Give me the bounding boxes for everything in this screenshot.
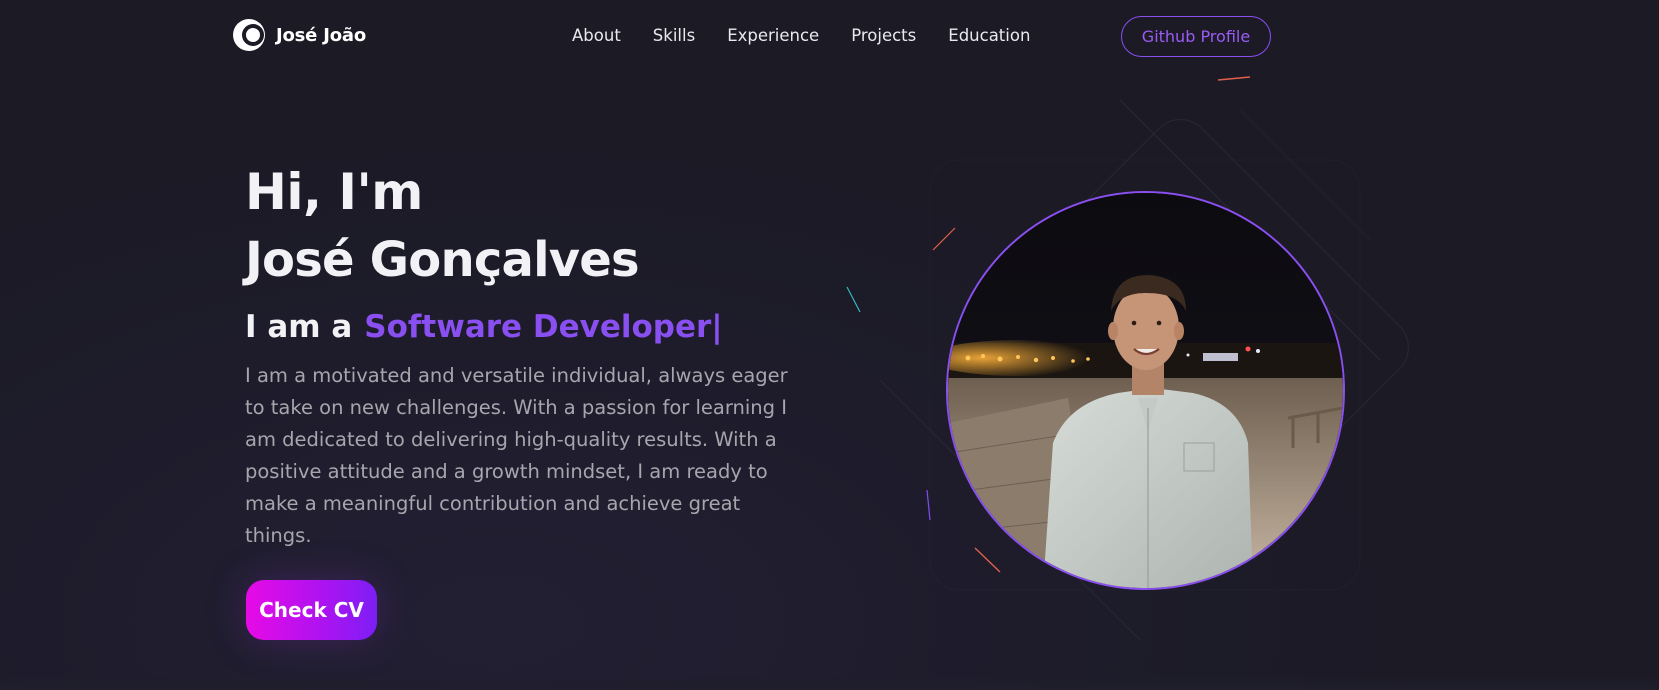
nav-links: About Skills Experience Projects Educati…: [572, 26, 1062, 45]
brand-name: José João: [276, 24, 367, 46]
hero-name: José Gonçalves: [245, 232, 640, 288]
crescent-circle-logo-icon: [233, 19, 265, 51]
brand[interactable]: José João: [232, 18, 366, 52]
hero-role: I am a Software Developer|: [245, 307, 723, 347]
profile-photo-illustration: [948, 193, 1343, 588]
nav-link-about[interactable]: About: [572, 26, 621, 45]
github-profile-button[interactable]: Github Profile: [1121, 16, 1271, 57]
bottom-divider: [0, 675, 1659, 690]
streak-orange-top: [1217, 76, 1251, 81]
profile-photo: [946, 191, 1345, 590]
role-prefix: I am a: [245, 309, 353, 345]
typing-cursor: |: [711, 309, 723, 345]
top-navbar: José João About Skills Experience Projec…: [0, 0, 1659, 74]
nav-link-education[interactable]: Education: [948, 26, 1030, 45]
hero-description: I am a motivated and versatile individua…: [245, 364, 788, 547]
nav-link-projects[interactable]: Projects: [851, 26, 916, 45]
hero-greeting: Hi, I'm: [245, 163, 423, 221]
role-value: Software Developer: [364, 309, 712, 345]
check-cv-button[interactable]: Check CV: [246, 580, 377, 640]
nav-link-skills[interactable]: Skills: [653, 26, 695, 45]
page: José João About Skills Experience Projec…: [0, 0, 1659, 690]
nav-link-experience[interactable]: Experience: [727, 26, 819, 45]
